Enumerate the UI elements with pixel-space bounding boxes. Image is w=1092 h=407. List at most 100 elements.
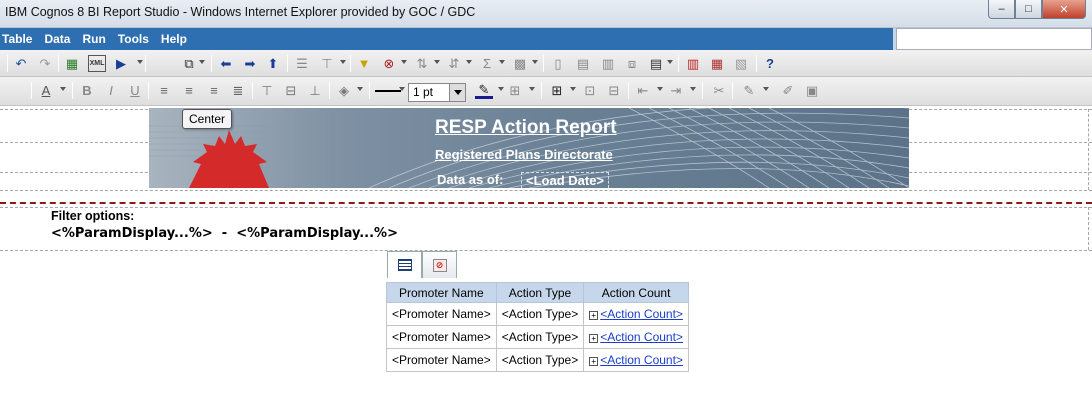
- arrow-up-icon[interactable]: ⬆: [264, 55, 282, 72]
- tab-no-data[interactable]: ⊘: [422, 251, 457, 278]
- align-center-icon[interactable]: ≡: [180, 82, 198, 99]
- table-dropdown-icon[interactable]: [570, 87, 576, 91]
- action-count-link[interactable]: <Action Count>: [600, 307, 683, 321]
- indent-dropdown-icon[interactable]: [657, 87, 663, 91]
- promoter-name-cell[interactable]: <Promoter Name>: [386, 302, 497, 326]
- fill-color-icon[interactable]: ◈: [335, 82, 353, 99]
- action-count-cell[interactable]: + <Action Count>: [583, 325, 689, 349]
- xml-icon[interactable]: XML: [88, 55, 106, 72]
- line-width-select[interactable]: 1 pt: [408, 83, 466, 102]
- border-dropdown-icon[interactable]: [529, 87, 535, 91]
- run-dropdown-icon[interactable]: [137, 60, 143, 64]
- list-icon[interactable]: ☰: [293, 55, 311, 72]
- underline-icon[interactable]: U: [126, 82, 144, 99]
- split-cells-icon[interactable]: ⊟: [605, 82, 623, 99]
- close-button[interactable]: ✕: [1042, 0, 1086, 19]
- outdent-icon[interactable]: ⇥: [667, 82, 685, 99]
- suppress-dropdown-icon[interactable]: [401, 60, 407, 64]
- menu-data[interactable]: Data: [44, 32, 75, 46]
- align-left-icon[interactable]: ≡: [155, 82, 173, 99]
- action-type-cell[interactable]: <Action Type>: [495, 302, 585, 326]
- redo-icon[interactable]: ↷: [36, 55, 54, 72]
- bold-icon[interactable]: B: [78, 82, 96, 99]
- menu-table[interactable]: Table: [2, 32, 37, 46]
- chart-icon[interactable]: ▥: [684, 55, 702, 72]
- sort-desc-icon[interactable]: ⇵: [445, 55, 463, 72]
- arrow-left-icon[interactable]: ⬅: [217, 55, 235, 72]
- line-style-icon[interactable]: [375, 90, 401, 92]
- run-report-icon[interactable]: ▶: [112, 55, 130, 72]
- valign-bottom-icon[interactable]: ⊥: [306, 82, 324, 99]
- menu-tools[interactable]: Tools: [118, 32, 154, 46]
- param-display-text[interactable]: <%ParamDisplay...%> - <%ParamDisplay...%…: [51, 226, 398, 241]
- background-image-icon[interactable]: ▣: [803, 82, 821, 99]
- action-type-cell[interactable]: <Action Type>: [495, 348, 585, 372]
- suppress-icon[interactable]: ⊗: [380, 55, 398, 72]
- border-color-dropdown-icon[interactable]: [498, 87, 504, 91]
- justify-icon[interactable]: ≣: [229, 82, 247, 99]
- action-count-link[interactable]: <Action Count>: [600, 330, 683, 344]
- maximize-button[interactable]: □: [1015, 0, 1042, 19]
- italic-icon[interactable]: I: [102, 82, 120, 99]
- copy-icon[interactable]: ⧉: [180, 55, 198, 72]
- group-dropdown-icon[interactable]: [340, 60, 346, 64]
- load-date-value[interactable]: <Load Date>: [521, 172, 610, 188]
- action-count-cell[interactable]: + <Action Count>: [583, 302, 689, 326]
- menu-help[interactable]: Help: [161, 32, 192, 46]
- page-icon[interactable]: ▤: [647, 55, 665, 72]
- action-count-link[interactable]: <Action Count>: [600, 353, 683, 367]
- footers-icon[interactable]: ▥: [599, 55, 617, 72]
- border-icon[interactable]: ⊞: [506, 82, 524, 99]
- help-icon[interactable]: ?: [761, 55, 779, 72]
- remove-style-icon[interactable]: ✂: [710, 82, 728, 99]
- border-color-icon[interactable]: ✎: [475, 82, 493, 99]
- outdent-dropdown-icon[interactable]: [690, 87, 696, 91]
- sort-dropdown-icon[interactable]: [434, 60, 440, 64]
- summarize-dropdown-icon[interactable]: [499, 60, 505, 64]
- drill-plus-icon[interactable]: +: [589, 357, 599, 366]
- report-subtitle[interactable]: Registered Plans Directorate: [435, 147, 613, 162]
- promoter-name-cell[interactable]: <Promoter Name>: [386, 348, 497, 372]
- sort-icon[interactable]: ⇅: [413, 55, 431, 72]
- headers-icon[interactable]: ▤: [574, 55, 592, 72]
- minimize-button[interactable]: –: [988, 0, 1015, 19]
- font-color-dropdown-icon[interactable]: [60, 87, 66, 91]
- indent-icon[interactable]: ⇤: [634, 82, 652, 99]
- header-promoter-name[interactable]: Promoter Name: [386, 282, 497, 303]
- build-prompt-icon[interactable]: ▦: [708, 55, 726, 72]
- menu-run[interactable]: Run: [82, 32, 110, 46]
- sort-desc-dropdown-icon[interactable]: [466, 60, 472, 64]
- action-list-table[interactable]: Promoter Name Action Type Action Count <…: [386, 282, 689, 372]
- valign-middle-icon[interactable]: ⊟: [282, 82, 300, 99]
- undo-icon[interactable]: ↶: [12, 55, 30, 72]
- apply-style-icon[interactable]: ✐: [779, 82, 797, 99]
- header-action-type[interactable]: Action Type: [495, 282, 585, 303]
- pick-style-icon[interactable]: ✎: [740, 82, 758, 99]
- action-count-cell[interactable]: + <Action Count>: [583, 348, 689, 372]
- arrow-right-icon[interactable]: ➡: [241, 55, 259, 72]
- header-action-count[interactable]: Action Count: [583, 282, 689, 303]
- page-dropdown-icon[interactable]: [667, 60, 673, 64]
- promoter-name-cell[interactable]: <Promoter Name>: [386, 325, 497, 349]
- merge-cells-icon[interactable]: ⊡: [581, 82, 599, 99]
- fill-color-dropdown-icon[interactable]: [357, 87, 363, 91]
- valign-top-icon[interactable]: ⊤: [258, 82, 276, 99]
- filter-icon[interactable]: ▼: [355, 55, 373, 72]
- calculation-icon[interactable]: ▩: [511, 55, 529, 72]
- pick-style-dropdown-icon[interactable]: [763, 87, 769, 91]
- drill-plus-icon[interactable]: +: [589, 311, 599, 320]
- group-icon[interactable]: ⊤: [318, 55, 336, 72]
- font-color-icon[interactable]: A: [37, 82, 55, 99]
- pivot-icon[interactable]: ⧈: [623, 55, 641, 72]
- line-style-dropdown-icon[interactable]: [399, 87, 405, 91]
- search-box[interactable]: [896, 28, 1092, 50]
- drill-icon[interactable]: ▧: [732, 55, 750, 72]
- align-right-icon[interactable]: ≡: [205, 82, 223, 99]
- copy-dropdown-icon[interactable]: [199, 60, 205, 64]
- section-icon[interactable]: ▯: [549, 55, 567, 72]
- table-icon[interactable]: ⊞: [548, 82, 566, 99]
- report-title[interactable]: RESP Action Report: [435, 117, 617, 139]
- summarize-icon[interactable]: Σ: [478, 55, 496, 72]
- action-type-cell[interactable]: <Action Type>: [495, 325, 585, 349]
- drill-plus-icon[interactable]: +: [589, 334, 599, 343]
